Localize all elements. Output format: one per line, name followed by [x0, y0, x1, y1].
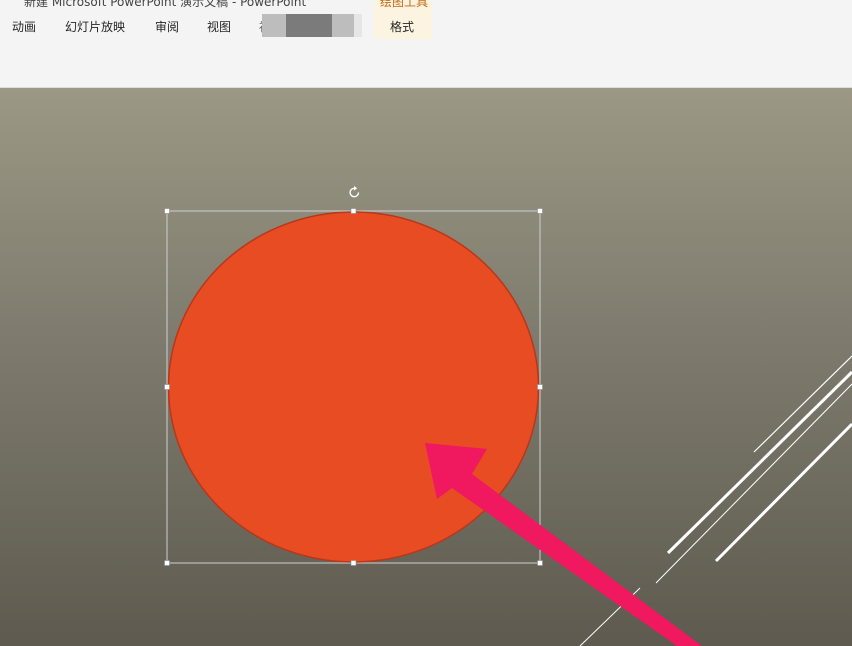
resize-handle-bottom-right[interactable]: [537, 560, 543, 566]
resize-handle-bottom[interactable]: [350, 560, 357, 566]
resize-handle-left[interactable]: [164, 384, 170, 390]
tab-slide-show[interactable]: 幻灯片放映: [65, 18, 125, 35]
window-title: 新建 Microsoft PowerPoint 演示文稿 - PowerPoin…: [24, 0, 307, 9]
slide-canvas[interactable]: [0, 88, 852, 646]
resize-handle-bottom-left[interactable]: [164, 560, 170, 566]
tab-view[interactable]: 视图: [207, 18, 231, 35]
tab-format[interactable]: 格式: [390, 18, 414, 35]
rotate-handle-icon[interactable]: [349, 186, 360, 198]
resize-handle-top-right[interactable]: [537, 208, 543, 214]
resize-handle-right[interactable]: [537, 384, 543, 390]
drawing-tools-label: 绘图工具: [380, 0, 429, 9]
slide-graphics: [164, 186, 852, 646]
redaction-block: [354, 14, 362, 37]
redaction-block: [332, 14, 354, 37]
annotation-arrow: [425, 443, 702, 646]
redaction-block: [262, 14, 286, 37]
ribbon: 新建 Microsoft PowerPoint 演示文稿 - PowerPoin…: [0, 0, 852, 88]
resize-handle-top-left[interactable]: [164, 208, 170, 214]
tab-animations[interactable]: 动画: [12, 18, 36, 35]
redaction-block: [286, 14, 332, 37]
tab-review[interactable]: 审阅: [155, 18, 179, 35]
resize-handle-top[interactable]: [350, 208, 357, 214]
drawing-tools-group: 绘图工具 格式: [374, 0, 432, 39]
